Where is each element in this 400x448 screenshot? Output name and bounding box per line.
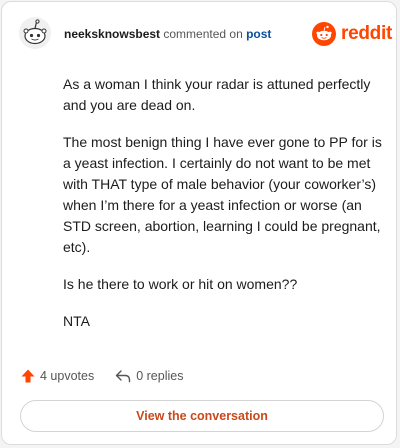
comment-paragraph: The most benign thing I have ever gone t… xyxy=(63,134,382,255)
reddit-wordmark: reddit xyxy=(341,23,392,44)
upvote-button[interactable]: 4 upvotes xyxy=(20,368,94,384)
comment-embed-card: neeksknowsbest commented on post reddit … xyxy=(1,1,397,445)
reply-arrow-icon xyxy=(116,370,131,383)
replies-button[interactable]: 0 replies xyxy=(114,368,183,384)
reddit-snoo-icon xyxy=(312,22,336,46)
post-link[interactable]: post xyxy=(246,27,271,41)
upvote-arrow-icon xyxy=(21,369,35,383)
comment-body: As a woman I think your radar is attuned… xyxy=(63,74,383,348)
comment-actions: 4 upvotes 0 replies xyxy=(20,368,203,384)
reply-count: 0 replies xyxy=(136,369,184,383)
header-action-text: commented on xyxy=(160,27,247,41)
comment-paragraph: NTA xyxy=(63,313,90,329)
avatar[interactable] xyxy=(18,16,52,50)
comment-paragraph: Is he there to work or hit on women?? xyxy=(63,276,298,292)
view-conversation-button[interactable]: View the conversation xyxy=(20,400,384,432)
comment-paragraph: As a woman I think your radar is attuned… xyxy=(63,76,371,113)
reddit-default-avatar-icon xyxy=(19,17,51,49)
upvote-count: 4 upvotes xyxy=(40,369,95,383)
comment-header: neeksknowsbest commented on post xyxy=(64,27,271,41)
username-link[interactable]: neeksknowsbest xyxy=(64,27,160,41)
reddit-logo[interactable]: reddit xyxy=(312,22,392,46)
